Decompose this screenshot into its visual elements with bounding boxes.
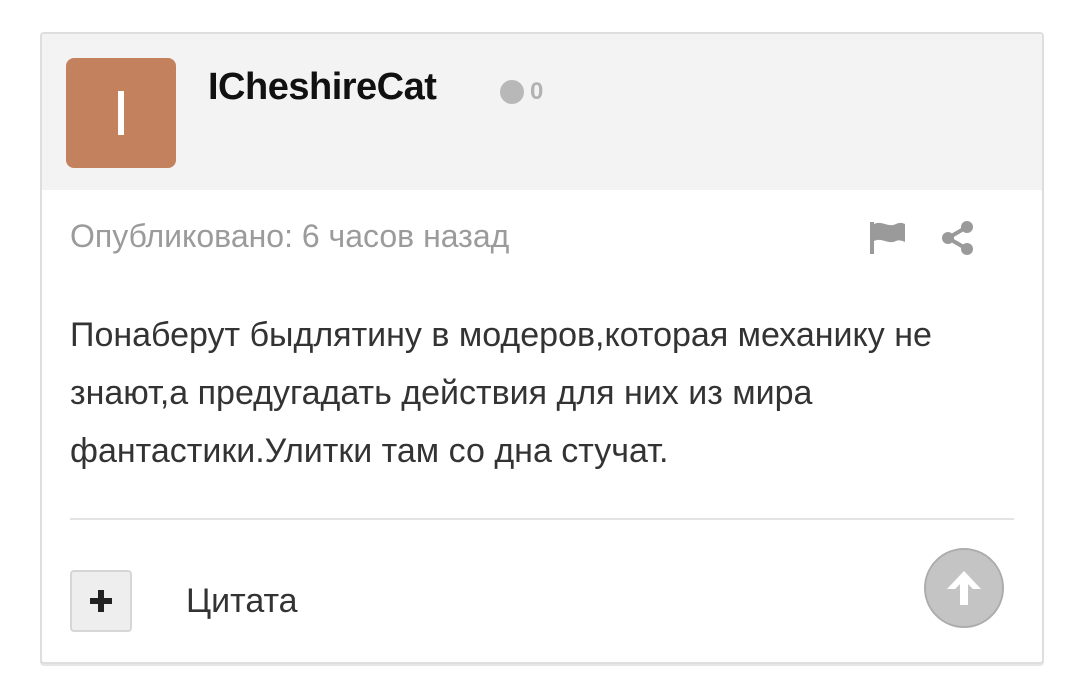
- reputation-count: 0: [530, 78, 544, 105]
- post-card: I ICheshireCat 0 Опубликовано: 6 часов н…: [40, 32, 1044, 664]
- share-icon[interactable]: [940, 220, 976, 256]
- plus-icon: [90, 590, 112, 612]
- post-content: Понаберут быдлятину в модеров,которая ме…: [70, 316, 932, 470]
- arrow-up-icon: [947, 571, 981, 605]
- reputation-badge: 0: [500, 78, 543, 106]
- author-username[interactable]: ICheshireCat: [208, 66, 437, 109]
- divider: [70, 518, 1014, 520]
- quote-button[interactable]: [70, 570, 132, 632]
- reputation-dot-icon: [500, 80, 524, 104]
- flag-icon[interactable]: [868, 220, 908, 256]
- post-header: I ICheshireCat 0: [42, 34, 1042, 190]
- scroll-top-button[interactable]: [924, 548, 1004, 628]
- published-time: Опубликовано: 6 часов назад: [70, 218, 510, 254]
- avatar-letter: I: [112, 77, 130, 149]
- avatar[interactable]: I: [66, 58, 176, 168]
- quote-label[interactable]: Цитата: [186, 582, 298, 621]
